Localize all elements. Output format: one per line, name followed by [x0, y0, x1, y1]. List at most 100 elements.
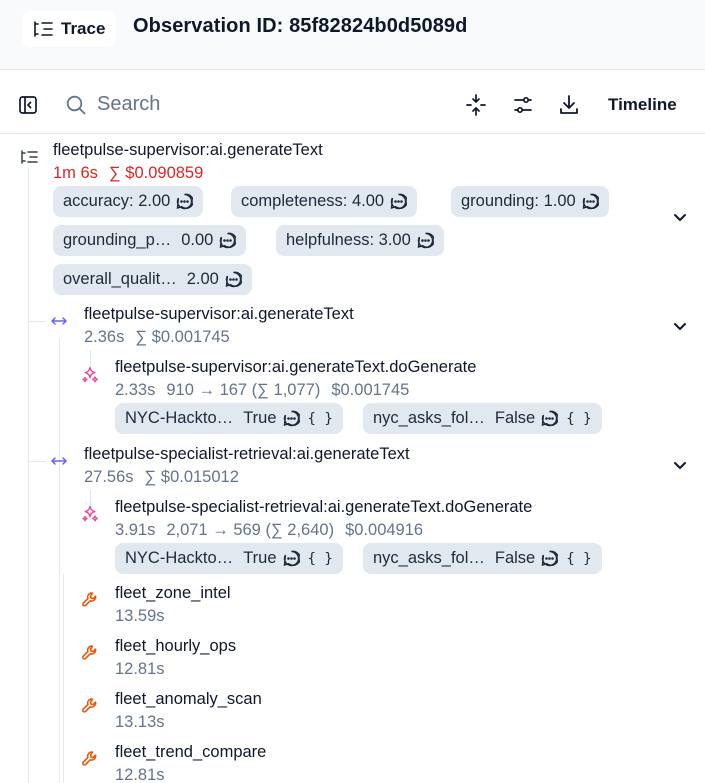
score-value: 0.00: [181, 231, 214, 249]
comment-icon: [417, 232, 434, 249]
generation-tokens: 2,071 → 569 (∑ 2,640): [166, 521, 335, 539]
tool-duration: 13.13s: [115, 713, 165, 731]
score-label: grounding: 1.00: [461, 192, 576, 210]
tree-connector: [28, 461, 46, 462]
settings-sliders-icon[interactable]: [511, 93, 535, 117]
span-node-meta: 27.56s ∑ $0.015012: [84, 468, 250, 487]
comment-icon: [177, 193, 194, 210]
toggle-sidebar-icon[interactable]: [16, 93, 40, 117]
score-badge[interactable]: grounding: 1.00: [451, 186, 609, 217]
score-badge[interactable]: grounding_p… 0.00: [53, 225, 247, 256]
generation-cost: $0.004916: [345, 521, 424, 539]
root-node-meta: 1m 6s ∑ $0.090859: [53, 164, 214, 183]
generation-duration: 3.91s: [115, 521, 156, 539]
score-value: False: [494, 549, 536, 567]
header-bar: Trace Observation ID: 85f82824b0d5089d: [0, 0, 705, 70]
score-label: nyc_asks_fol…: [373, 409, 485, 427]
tool-duration: 12.81s: [115, 660, 165, 678]
comment-icon: [541, 410, 559, 427]
wrench-icon: [82, 592, 97, 607]
tool-node-name[interactable]: fleet_zone_intel: [115, 584, 231, 603]
comment-icon: [582, 193, 599, 210]
score-label: accuracy: 2.00: [63, 192, 171, 210]
score-label: NYC-Hackto…: [125, 409, 234, 427]
root-node-name[interactable]: fleetpulse-supervisor:ai.generateText: [53, 141, 323, 160]
span-cost: ∑ $0.015012: [144, 468, 239, 486]
comment-icon: [390, 193, 408, 210]
tree-connector: [63, 574, 64, 783]
generation-node-name[interactable]: fleetpulse-specialist-retrieval:ai.gener…: [115, 498, 532, 517]
collapse-all-icon[interactable]: [464, 93, 488, 117]
tool-node-name[interactable]: fleet_hourly_ops: [115, 637, 236, 656]
trace-node-icon: [21, 150, 38, 164]
generation-cost: $0.001745: [331, 381, 410, 399]
tree-connector: [59, 338, 60, 783]
tool-duration: 12.81s: [115, 766, 165, 783]
span-duration: 27.56s: [84, 468, 134, 486]
score-value: True: [243, 549, 277, 567]
generation-node-name[interactable]: fleetpulse-supervisor:ai.generateText.do…: [115, 358, 476, 377]
generation-duration: 2.33s: [115, 381, 156, 399]
tool-node-name[interactable]: fleet_trend_compare: [115, 743, 266, 762]
tool-node-name[interactable]: fleet_anomaly_scan: [115, 690, 262, 709]
trace-tree: fleetpulse-supervisor:ai.generateText 1m…: [0, 134, 705, 783]
score-badge[interactable]: NYC-Hackto… True { }: [115, 403, 343, 434]
score-label: grounding_p…: [63, 231, 172, 249]
score-badge[interactable]: completeness: 4.00: [231, 186, 418, 217]
generation-node-meta: 2.33s 910 → 167 (∑ 1,077) $0.001745: [115, 381, 420, 400]
span-cost: ∑ $0.001745: [135, 328, 230, 346]
score-badge[interactable]: accuracy: 2.00: [53, 186, 204, 217]
span-duration: 2.36s: [84, 328, 125, 346]
search-icon: [64, 93, 88, 117]
metadata-braces-icon: { }: [307, 550, 333, 567]
score-value: False: [494, 409, 536, 427]
generation-sparkle-icon: [82, 366, 98, 383]
span-node-name[interactable]: fleetpulse-specialist-retrieval:ai.gener…: [84, 445, 410, 464]
comment-icon: [225, 271, 242, 288]
score-badge[interactable]: nyc_asks_fol… False { }: [363, 403, 602, 434]
generation-sparkle-icon: [82, 505, 98, 522]
comment-icon: [541, 550, 559, 567]
score-value: True: [243, 409, 277, 427]
root-cost: ∑ $0.090859: [108, 164, 204, 182]
comment-icon: [283, 410, 300, 427]
tree-connector: [28, 168, 29, 783]
trace-tree-icon: [34, 21, 53, 37]
metadata-braces-icon: { }: [307, 410, 333, 427]
metadata-braces-icon: { }: [566, 550, 592, 567]
score-label: completeness: 4.00: [241, 192, 385, 210]
score-label: NYC-Hackto…: [125, 549, 234, 567]
score-value: 2.00: [186, 270, 219, 288]
download-icon[interactable]: [557, 93, 581, 117]
chevron-down-icon[interactable]: [670, 316, 690, 336]
score-label: nyc_asks_fol…: [373, 549, 485, 567]
chevron-down-icon[interactable]: [670, 455, 690, 475]
comment-icon: [283, 550, 300, 567]
trace-button[interactable]: Trace: [22, 11, 117, 47]
score-label: overall_qualit…: [63, 270, 177, 288]
score-badge[interactable]: NYC-Hackto… True { }: [115, 543, 343, 574]
wrench-icon: [82, 751, 97, 766]
generation-tokens: 910 → 167 (∑ 1,077): [166, 381, 321, 399]
span-node-meta: 2.36s ∑ $0.001745: [84, 328, 241, 347]
wrench-icon: [82, 645, 97, 660]
span-arrows-icon: [51, 317, 67, 325]
tool-duration: 13.59s: [115, 607, 165, 625]
score-badge[interactable]: overall_qualit… 2.00: [53, 264, 252, 295]
comment-icon: [220, 232, 237, 249]
wrench-icon: [82, 698, 97, 713]
score-badge[interactable]: nyc_asks_fol… False { }: [363, 543, 602, 574]
span-node-name[interactable]: fleetpulse-supervisor:ai.generateText: [84, 305, 354, 324]
score-badge[interactable]: helpfulness: 3.00: [276, 225, 444, 256]
generation-node-meta: 3.91s 2,071 → 569 (∑ 2,640) $0.004916: [115, 521, 434, 540]
chevron-down-icon[interactable]: [670, 207, 690, 227]
tree-connector: [28, 321, 46, 322]
toolbar: Search Timeline: [0, 71, 705, 134]
metadata-braces-icon: { }: [566, 410, 592, 427]
search-input[interactable]: Search: [97, 93, 160, 116]
trace-button-label: Trace: [61, 19, 106, 38]
observation-id-title: Observation ID: 85f82824b0d5089d: [133, 15, 468, 37]
timeline-button[interactable]: Timeline: [608, 95, 677, 115]
root-duration: 1m 6s: [53, 164, 98, 182]
span-arrows-icon: [51, 457, 67, 465]
